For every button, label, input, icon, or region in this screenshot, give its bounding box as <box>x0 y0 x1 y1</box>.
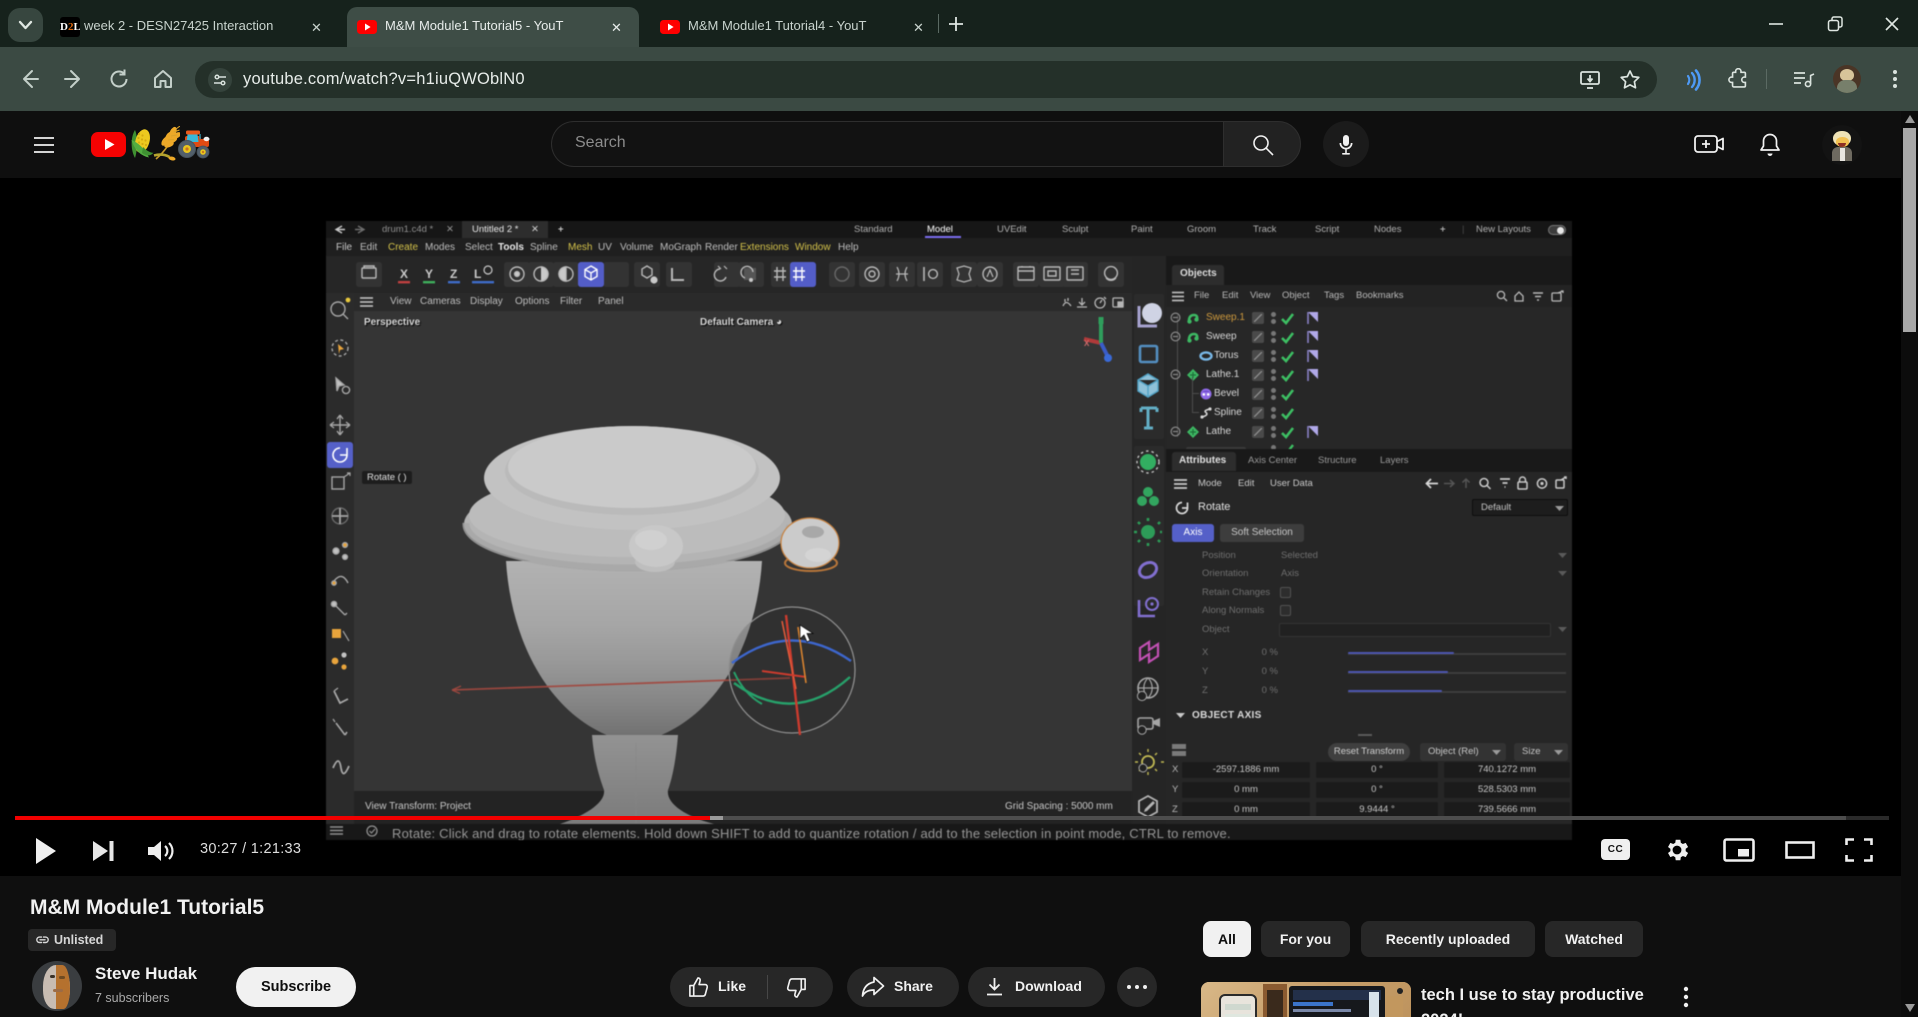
svg-text:L: L <box>474 267 481 281</box>
svg-text:Z: Z <box>450 267 457 281</box>
svg-text:Y: Y <box>425 267 433 281</box>
svg-text:X: X <box>400 267 408 281</box>
